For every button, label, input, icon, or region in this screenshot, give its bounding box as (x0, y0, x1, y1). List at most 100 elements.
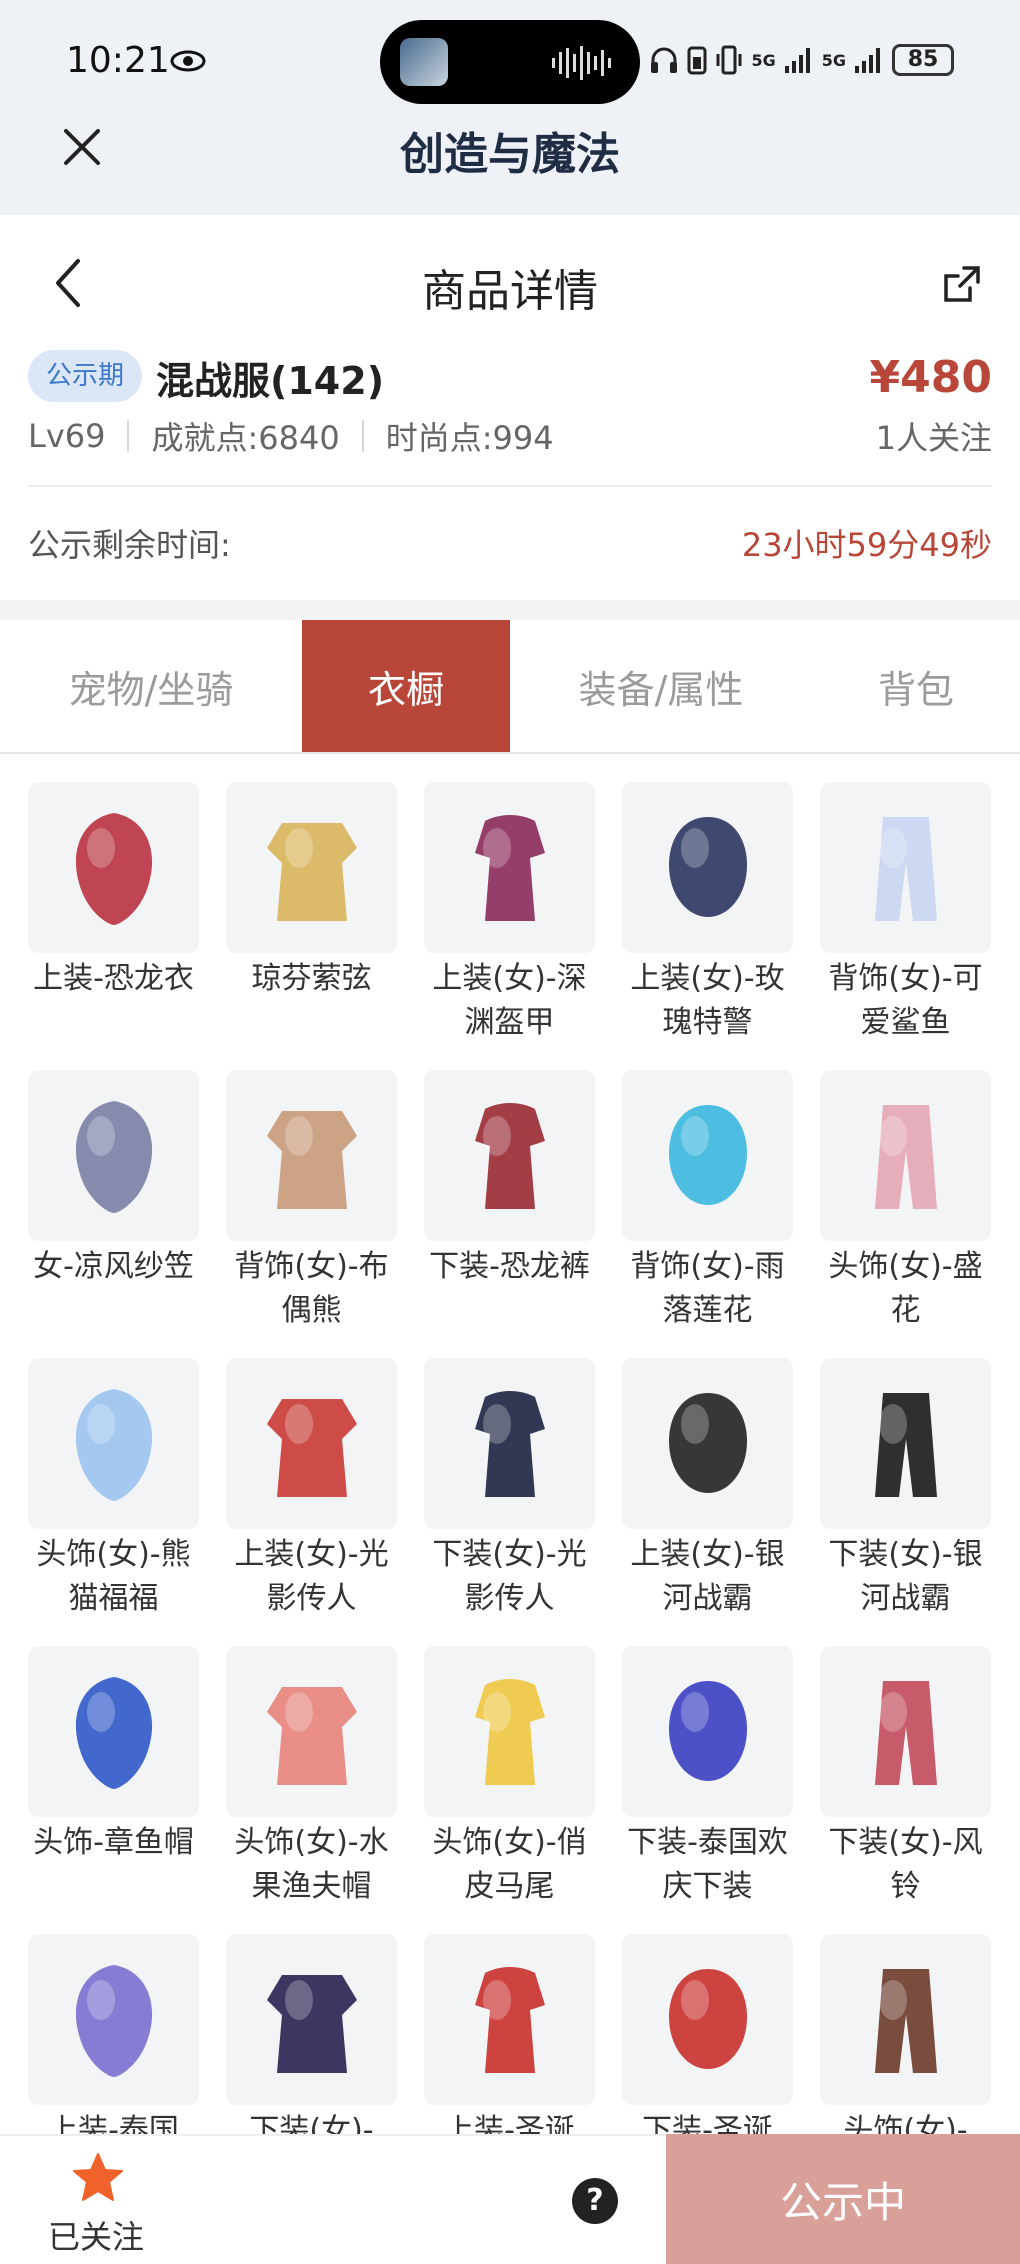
wardrobe-item[interactable]: 头饰(女)-盛花 (820, 1070, 991, 1328)
followed-label[interactable]: 已关注 (48, 2212, 144, 2258)
device-battery-icon (687, 46, 707, 75)
wardrobe-item[interactable]: 头饰-章鱼帽 (28, 1646, 199, 1898)
octopus-hat-icon (75, 1676, 152, 1789)
wardrobe-item[interactable]: 背饰(女)-雨落莲花 (622, 1070, 793, 1328)
tab-equipment-attributes[interactable]: 装备/属性 (510, 620, 812, 752)
wardrobe-item[interactable]: 头饰(女)-俏皮马尾 (424, 1646, 595, 1904)
share-icon[interactable] (940, 262, 984, 306)
item-thumbnail (820, 1070, 991, 1241)
wardrobe-item[interactable]: 下装(女)-风铃 (820, 1646, 991, 1904)
avatar (400, 38, 448, 86)
dino-top-icon (75, 812, 152, 925)
item-name: 下装(女)-风铃 (828, 1825, 983, 1904)
item-name: 上装-恐龙衣 (33, 961, 194, 996)
item-thumbnail (28, 1646, 199, 1817)
wardrobe-item[interactable]: 上装(女)-光影传人 (226, 1358, 397, 1616)
item-name: 下装(女)-光影传人 (432, 1537, 587, 1616)
xmas-boots-icon (668, 1968, 747, 2069)
fruit-bucket-hat-icon (266, 1686, 357, 1785)
status-time: 10:21 (66, 40, 170, 81)
red-jacket-icon (266, 1398, 357, 1497)
wardrobe-item[interactable]: 上装-恐龙衣 (28, 782, 199, 1034)
wardrobe-item[interactable]: 下装(女)-光影传人 (424, 1358, 595, 1616)
item-name: 头饰-章鱼帽 (33, 1825, 194, 1860)
signal-icon-2 (855, 48, 880, 73)
eye-icon (170, 50, 206, 72)
item-name: 背饰(女)-可爱鲨鱼 (828, 961, 983, 1040)
item-thumbnail (622, 782, 793, 953)
remaining-time-label: 公示剩余时间: (28, 526, 231, 564)
black-top-icon (668, 1392, 747, 1493)
vibrate-icon (716, 45, 742, 75)
tab-wardrobe[interactable]: 衣橱 (302, 620, 510, 752)
wardrobe-item[interactable]: 背饰(女)-可爱鲨鱼 (820, 782, 991, 1040)
wardrobe-item[interactable]: 下装-恐龙裤 (424, 1070, 595, 1322)
dynamic-island (380, 20, 640, 104)
public-display-button[interactable]: 公示中 (666, 2134, 1020, 2264)
item-name: 头饰(女)-盛花 (828, 1249, 983, 1328)
wardrobe-item[interactable]: 女-凉风纱笠 (28, 1070, 199, 1322)
item-thumbnail (226, 782, 397, 953)
wardrobe-item[interactable]: 上装(女)-深渊盔甲 (424, 782, 595, 1040)
level-value: Lv69 (28, 417, 106, 455)
rose-police-icon (668, 816, 747, 917)
item-thumbnail (424, 1358, 595, 1529)
windbell-boots-icon (874, 1680, 937, 1785)
item-thumbnail (424, 1934, 595, 2105)
audio-wave-icon (552, 46, 611, 80)
item-thumbnail (226, 1934, 397, 2105)
item-thumbnail (28, 782, 199, 953)
wardrobe-item[interactable]: 上装(女)-银河战霸 (622, 1358, 793, 1616)
wardrobe-item[interactable]: 下装(女)-银河战霸 (820, 1358, 991, 1616)
veil-hat-icon (75, 1100, 152, 1213)
divider (28, 485, 992, 487)
item-name: 背饰(女)-雨落莲花 (630, 1249, 785, 1328)
wardrobe-item[interactable]: 背饰(女)-布偶熊 (226, 1070, 397, 1328)
tab-pets-mounts[interactable]: 宠物/坐骑 (0, 620, 302, 752)
follower-count: 1人关注 (875, 419, 992, 457)
product-name: 混战服(142) (156, 359, 385, 403)
star-icon[interactable] (70, 2150, 126, 2206)
wardrobe-item[interactable]: 下装-泰国欢庆下装 (622, 1646, 793, 1904)
wardrobe-item[interactable]: 头饰(女)-熊猫福福 (28, 1358, 199, 1616)
item-thumbnail (28, 1070, 199, 1241)
battery-level: 85 (892, 44, 954, 76)
wardrobe-item[interactable]: 上装(女)-玫瑰特警 (622, 782, 793, 1040)
category-tabs: 宠物/坐骑 衣橱 装备/属性 背包 (0, 620, 1020, 754)
item-thumbnail (424, 1646, 595, 1817)
item-name: 上装(女)-深渊盔甲 (432, 961, 587, 1040)
item-name: 头饰(女)-熊猫福福 (36, 1537, 191, 1616)
item-thumbnail (820, 782, 991, 953)
dino-pants-icon (474, 1102, 545, 1209)
item-thumbnail (622, 1646, 793, 1817)
teddy-bear-icon (266, 1110, 357, 1209)
ponytail-icon (474, 1678, 545, 1785)
signal-icon (784, 48, 810, 73)
item-thumbnail (622, 1358, 793, 1529)
item-thumbnail (820, 1934, 991, 2105)
product-price: ¥480 (869, 352, 992, 403)
item-name: 上装(女)-银河战霸 (630, 1537, 785, 1616)
help-icon[interactable]: ? (572, 2178, 618, 2224)
brown-hair-icon (874, 1968, 937, 2073)
tab-backpack[interactable]: 背包 (812, 620, 1020, 752)
item-name: 头饰(女)-俏皮马尾 (432, 1825, 587, 1904)
flower-hair-icon (874, 1104, 937, 1209)
headphones-icon (651, 47, 678, 73)
item-thumbnail (28, 1358, 199, 1529)
item-thumbnail (226, 1646, 397, 1817)
remaining-time-value: 23小时59分49秒 (741, 526, 992, 564)
status-badge: 公示期 (28, 350, 143, 402)
divider (361, 420, 364, 452)
item-thumbnail (226, 1358, 397, 1529)
item-name: 背饰(女)-布偶熊 (234, 1249, 389, 1328)
abyss-armor-icon (474, 814, 545, 921)
item-name: 上装(女)-光影传人 (234, 1537, 389, 1616)
wardrobe-item[interactable]: 琼芬萦弦 (226, 782, 397, 1034)
item-thumbnail (820, 1646, 991, 1817)
network-label: 5G (751, 50, 776, 70)
item-thumbnail (226, 1070, 397, 1241)
item-name: 下装-泰国欢庆下装 (627, 1825, 788, 1904)
lotus-umbrella-icon (668, 1104, 747, 1205)
wardrobe-item[interactable]: 头饰(女)-水果渔夫帽 (226, 1646, 397, 1904)
